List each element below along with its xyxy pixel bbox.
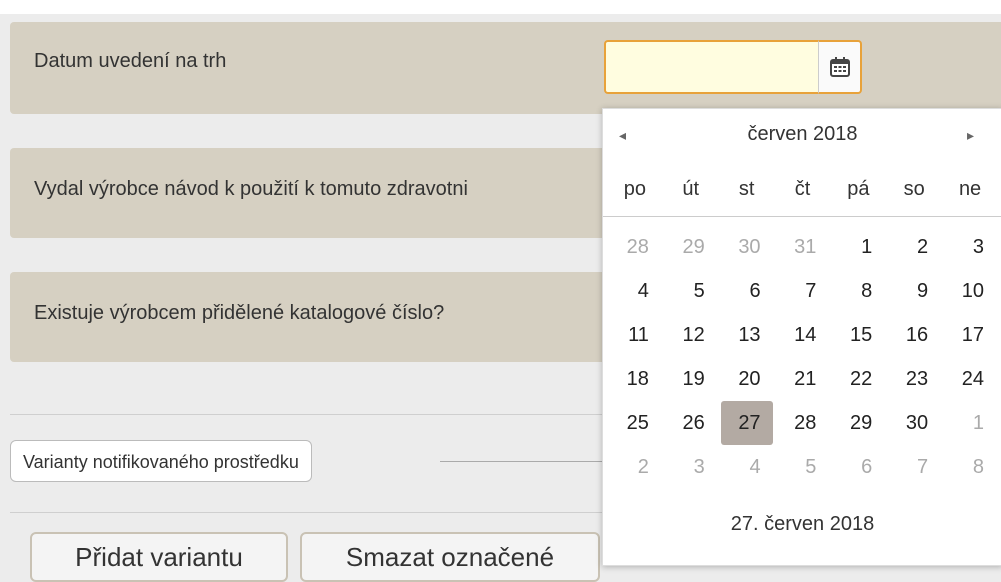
day-cell[interactable]: 24 <box>942 357 998 401</box>
day-cell[interactable]: 2 <box>886 225 942 269</box>
day-cell[interactable]: 22 <box>830 357 886 401</box>
weekday-label: út <box>682 178 700 200</box>
day-cell[interactable]: 29 <box>830 401 886 445</box>
day-cell[interactable]: 26 <box>663 401 719 445</box>
release-date-label: Datum uvedení na trh <box>34 50 227 72</box>
day-cell[interactable]: 3 <box>942 225 998 269</box>
catalog-label: Existuje výrobcem přidělené katalogové č… <box>34 302 445 324</box>
weekday-header: po út st čt pá so ne <box>603 171 1001 217</box>
day-cell[interactable]: 6 <box>719 269 775 313</box>
weekday-label: so <box>903 178 925 200</box>
today-label[interactable]: 27. červen 2018 <box>603 513 1001 536</box>
divider <box>10 512 610 513</box>
calendar-icon <box>829 57 850 77</box>
day-cell[interactable]: 29 <box>663 225 719 269</box>
day-cell[interactable]: 11 <box>607 313 663 357</box>
weekday-label: pá <box>847 178 870 200</box>
variants-legend: Varianty notifikovaného prostředku <box>10 440 312 482</box>
day-cell[interactable]: 2 <box>607 445 663 489</box>
day-cell[interactable]: 1 <box>830 225 886 269</box>
weekday-label: st <box>738 178 755 200</box>
day-cell[interactable]: 7 <box>886 445 942 489</box>
day-cell[interactable]: 1 <box>942 401 998 445</box>
day-cell[interactable]: 30 <box>886 401 942 445</box>
weekday-label: ne <box>958 178 982 200</box>
day-cell[interactable]: 28 <box>607 225 663 269</box>
release-date-input[interactable] <box>604 40 818 94</box>
selected-day[interactable]: 27 <box>720 401 773 445</box>
day-cell[interactable]: 8 <box>942 445 998 489</box>
day-cell[interactable]: 30 <box>719 225 775 269</box>
day-cell[interactable]: 20 <box>719 357 775 401</box>
day-cell[interactable]: 10 <box>942 269 998 313</box>
day-cell[interactable]: 21 <box>775 357 831 401</box>
day-cell[interactable]: 5 <box>775 445 831 489</box>
divider <box>10 414 610 415</box>
month-label: červen 2018 <box>747 123 858 145</box>
day-cell[interactable]: 7 <box>775 269 831 313</box>
day-cell[interactable]: 23 <box>886 357 942 401</box>
day-cell[interactable]: 13 <box>719 313 775 357</box>
day-cell[interactable]: 16 <box>886 313 942 357</box>
day-cell[interactable]: 28 <box>775 401 831 445</box>
day-cell[interactable]: 19 <box>663 357 719 401</box>
calendar-button[interactable] <box>818 40 862 94</box>
day-cell[interactable]: 8 <box>830 269 886 313</box>
day-cell[interactable]: 31 <box>775 225 831 269</box>
add-variant-button[interactable]: Přidat variantu <box>30 532 288 582</box>
next-month-icon[interactable]: ▸ <box>967 127 974 144</box>
day-cell[interactable]: 5 <box>663 269 719 313</box>
weekday-label: po <box>623 178 647 200</box>
fieldset-border <box>440 461 610 462</box>
weekday-label: čt <box>794 178 811 200</box>
day-cell[interactable]: 12 <box>663 313 719 357</box>
day-cell[interactable]: 15 <box>830 313 886 357</box>
delete-selected-button[interactable]: Smazat označené <box>300 532 600 582</box>
manual-label: Vydal výrobce návod k použití k tomuto z… <box>34 178 468 200</box>
top-strip <box>0 0 1001 14</box>
day-cell[interactable]: 17 <box>942 313 998 357</box>
day-cell[interactable]: 4 <box>719 445 775 489</box>
datepicker-header: ◂ červen 2018 ▸ <box>603 109 1001 165</box>
day-cell[interactable]: 18 <box>607 357 663 401</box>
datepicker-popup: ◂ červen 2018 ▸ po út st čt pá so ne 28 29 30 31 1… <box>602 108 1001 566</box>
day-cell[interactable]: 9 <box>886 269 942 313</box>
day-cell[interactable]: 25 <box>607 401 663 445</box>
day-cell[interactable]: 4 <box>607 269 663 313</box>
day-cell[interactable]: 3 <box>663 445 719 489</box>
day-cell[interactable]: 14 <box>775 313 831 357</box>
day-grid: 28 29 30 31 1 2 3 4 5 6 7 8 9 10 11 12 13 14 15 16 17 18 19 20 2… <box>603 225 1001 489</box>
day-cell[interactable]: 6 <box>830 445 886 489</box>
